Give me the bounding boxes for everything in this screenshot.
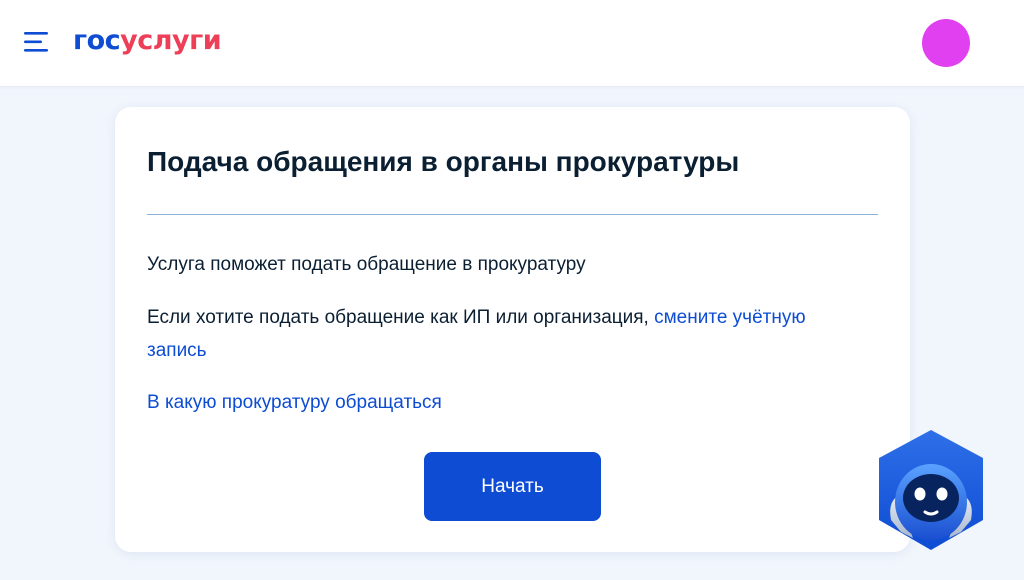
robot-assistant-icon[interactable]	[873, 428, 989, 552]
which-office-link[interactable]: В какую прокуратуру обращаться	[147, 386, 442, 419]
logo-part-gos: гос	[73, 25, 121, 56]
account-hint-text: Если хотите подать обращение как ИП или …	[147, 307, 655, 328]
service-description: Услуга поможет подать обращение в прокур…	[147, 254, 586, 275]
menu-icon[interactable]	[24, 29, 50, 55]
gosuslugi-logo[interactable]: госуслуги	[73, 24, 222, 58]
start-button[interactable]: Начать	[424, 452, 601, 521]
avatar[interactable]	[922, 19, 970, 67]
service-card: Подача обращения в органы прокуратуры Ус…	[115, 107, 910, 552]
account-hint: Если хотите подать обращение как ИП или …	[147, 301, 847, 367]
divider	[147, 214, 878, 215]
header: госуслуги	[0, 0, 1024, 86]
logo-part-uslugi: услуги	[120, 25, 222, 56]
page-title: Подача обращения в органы прокуратуры	[147, 146, 740, 177]
